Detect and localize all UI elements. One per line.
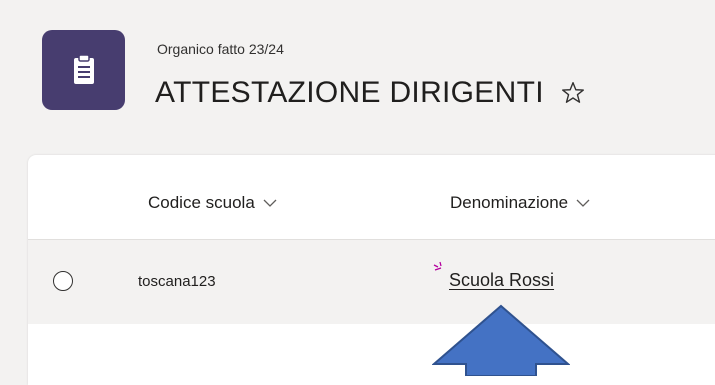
chevron-down-icon <box>263 199 277 207</box>
column-header-codice-scuola[interactable]: Codice scuola <box>148 193 277 213</box>
table-row[interactable]: toscana123 Scuola Rossi <box>28 240 715 324</box>
clipboard-icon <box>73 55 94 84</box>
annotation-up-arrow <box>432 304 570 376</box>
star-outline-icon[interactable] <box>560 80 586 106</box>
column-header-label: Denominazione <box>450 193 569 212</box>
column-header-denominazione[interactable]: Denominazione <box>450 193 590 213</box>
list-card: Codice scuola Denominazione toscana123 S… <box>28 155 715 385</box>
cell-denominazione-link[interactable]: Scuola Rossi <box>449 270 554 291</box>
row-select-radio[interactable] <box>53 271 73 291</box>
chevron-down-icon <box>576 199 590 207</box>
app-icon <box>42 30 125 110</box>
page-title: ATTESTAZIONE DIRIGENTI <box>155 76 544 109</box>
table-header: Codice scuola Denominazione <box>28 155 715 240</box>
new-item-sparkle-icon <box>433 261 442 271</box>
list-subtitle: Organico fatto 23/24 <box>157 41 284 57</box>
column-header-label: Codice scuola <box>148 193 255 212</box>
title-row: ATTESTAZIONE DIRIGENTI <box>155 76 586 110</box>
cell-codice-scuola: toscana123 <box>138 273 216 290</box>
